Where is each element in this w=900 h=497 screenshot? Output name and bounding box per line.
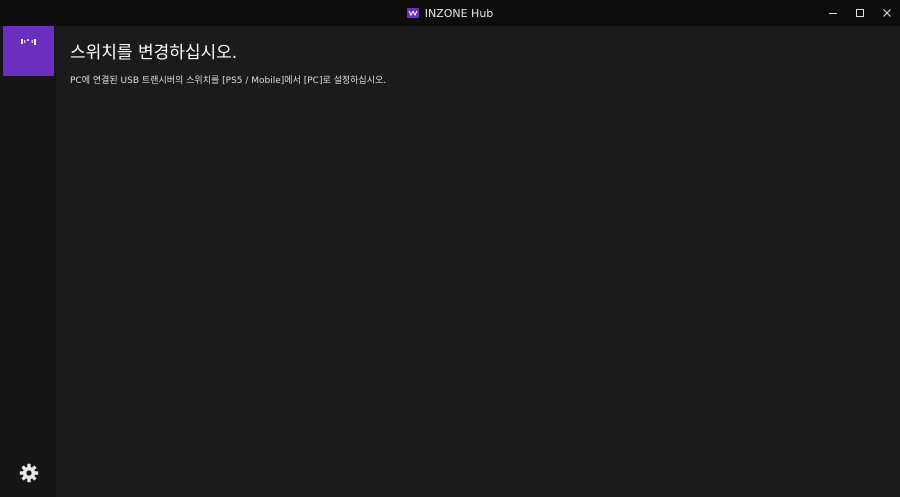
sidebar bbox=[0, 26, 56, 497]
window-controls bbox=[819, 0, 900, 26]
maximize-icon bbox=[855, 9, 864, 17]
settings-button[interactable] bbox=[16, 460, 42, 486]
minimize-button[interactable] bbox=[819, 0, 846, 26]
app-title: INZONE Hub bbox=[424, 6, 494, 20]
app-window: INZONE Hub 스위치를 변경하십시오. PC에 연결된 USB 트랜시버… bbox=[0, 0, 900, 497]
close-icon bbox=[882, 9, 891, 17]
minimize-icon bbox=[828, 13, 837, 14]
app-logo-icon bbox=[406, 8, 419, 18]
main-content: 스위치를 변경하십시오. PC에 연결된 USB 트랜시버의 스위치를 [PS5… bbox=[70, 26, 880, 88]
device-tile-usb-transceiver[interactable] bbox=[3, 26, 54, 76]
page-title: 스위치를 변경하십시오. bbox=[70, 43, 238, 63]
close-button[interactable] bbox=[873, 0, 900, 26]
usb-transceiver-icon bbox=[20, 39, 36, 45]
title-group: INZONE Hub bbox=[0, 0, 900, 26]
title-bar[interactable]: INZONE Hub bbox=[0, 0, 900, 26]
gear-icon bbox=[19, 463, 39, 483]
maximize-button[interactable] bbox=[846, 0, 873, 26]
instruction-text: PC에 연결된 USB 트랜시버의 스위치를 [PS5 / Mobile]에서 … bbox=[70, 76, 387, 86]
